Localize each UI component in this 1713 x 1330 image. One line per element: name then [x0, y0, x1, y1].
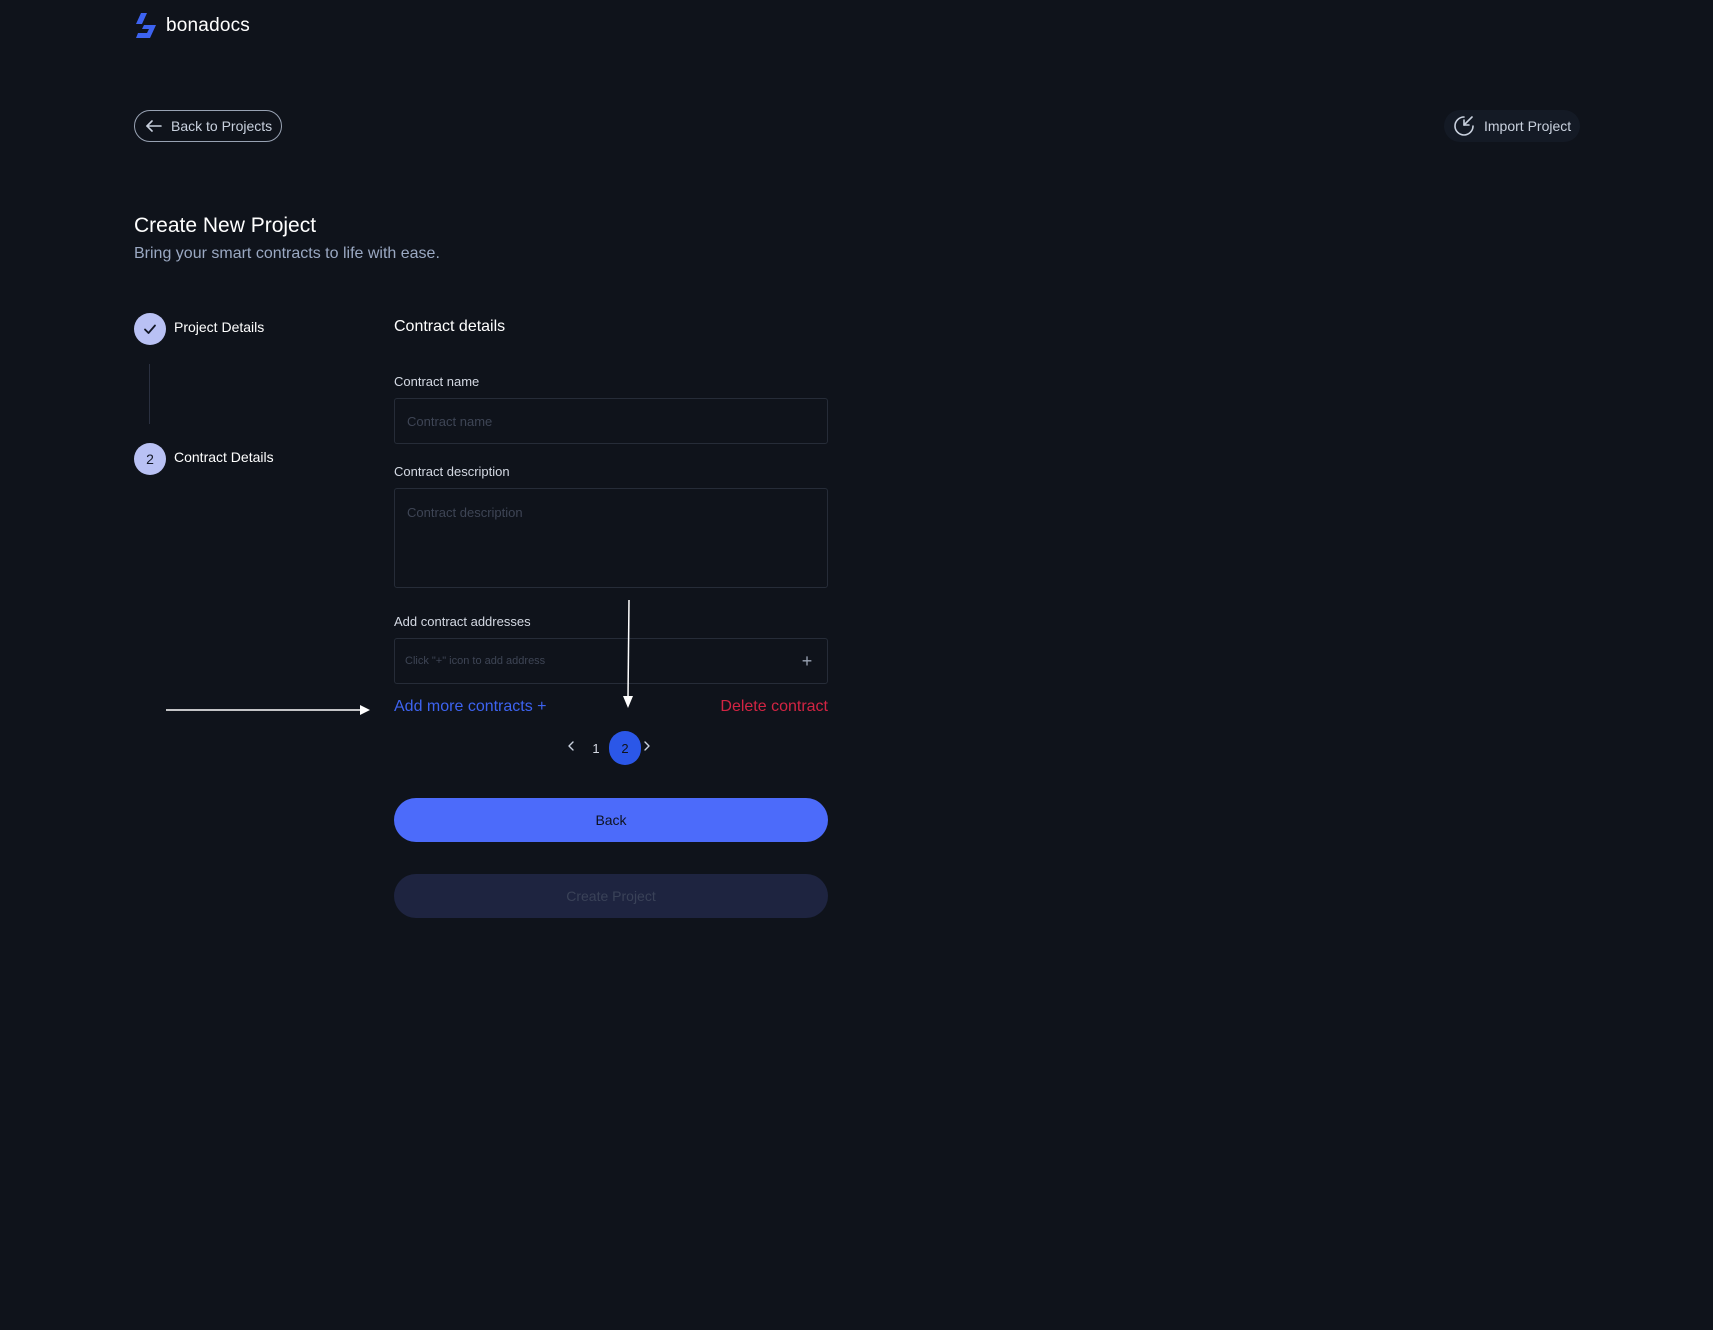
back-to-projects-button[interactable]: Back to Projects	[134, 110, 283, 142]
create-project-page: bonadocs Back to Projects Import Project…	[0, 0, 1713, 1330]
step-2-circle: 2	[134, 443, 166, 475]
contract-name-label: Contract name	[394, 374, 480, 389]
pagination-page-2-active[interactable]: 2	[609, 731, 641, 765]
step-1-label: Project Details	[174, 319, 265, 335]
step-project-details[interactable]: Project Details	[134, 313, 264, 345]
create-project-button[interactable]: Create Project	[394, 874, 828, 918]
step-contract-details[interactable]: 2 Contract Details	[134, 443, 274, 475]
page-title: Create New Project	[134, 214, 317, 237]
brand-name: bonadocs	[166, 15, 251, 36]
bonadocs-logo-icon	[136, 13, 156, 38]
delete-contract-link[interactable]: Delete contract	[718, 698, 828, 716]
annotation-arrow-down-icon	[623, 600, 633, 708]
import-project-button[interactable]: Import Project	[1444, 110, 1581, 142]
back-button[interactable]: Back	[394, 798, 828, 842]
add-more-contracts-link[interactable]: Add more contracts +	[394, 698, 547, 716]
contract-name-input[interactable]	[394, 398, 828, 444]
arrow-left-icon	[146, 120, 162, 132]
chevron-right-icon	[644, 741, 650, 751]
contract-address-input[interactable]	[395, 639, 785, 683]
section-title: Contract details	[394, 318, 506, 335]
contract-address-field: +	[394, 638, 828, 684]
contract-addresses-label: Add contract addresses	[394, 614, 531, 629]
contract-description-label: Contract description	[394, 464, 510, 479]
import-arrow-icon	[1454, 116, 1474, 136]
pagination-prev-button[interactable]	[565, 738, 581, 754]
brand[interactable]: bonadocs	[134, 12, 250, 40]
chevron-left-icon	[568, 741, 574, 751]
add-address-plus-icon[interactable]: +	[797, 651, 817, 671]
back-to-projects-label: Back to Projects	[171, 118, 273, 134]
step-2-label: Contract Details	[174, 449, 274, 465]
pagination-page-1[interactable]: 1	[580, 731, 612, 765]
annotation-arrow-right-icon	[166, 705, 370, 715]
stepper-connector	[149, 364, 150, 424]
check-icon	[144, 324, 156, 334]
step-1-circle	[134, 313, 166, 345]
pagination-next-button[interactable]	[641, 738, 657, 754]
import-project-label: Import Project	[1484, 118, 1572, 134]
page-subtitle: Bring your smart contracts to life with …	[134, 245, 440, 262]
contract-description-input[interactable]	[394, 488, 828, 588]
